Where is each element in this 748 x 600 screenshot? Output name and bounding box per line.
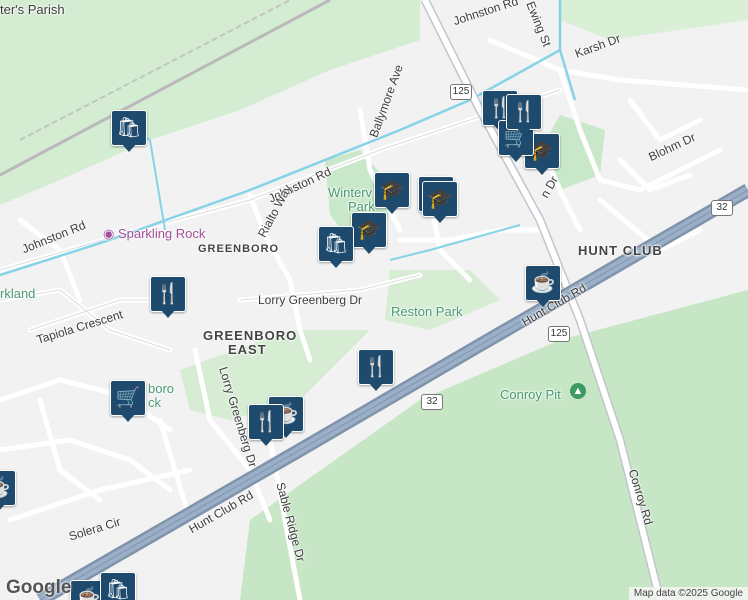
restaurant-icon: 🍴	[248, 404, 284, 440]
cafe-marker[interactable]: ☕	[0, 470, 16, 514]
area-hunt-club-label: HUNT CLUB	[578, 243, 663, 258]
area-greenboro-label: GREENBORO	[198, 243, 280, 255]
restaurant-icon: 🍴	[358, 349, 394, 385]
school-marker[interactable]: 🎓	[374, 172, 410, 216]
area-greenboro-east-label-1: GREENBORO	[203, 328, 298, 343]
cafe-marker[interactable]: ☕	[525, 265, 561, 309]
place-parkland-label: rkland	[0, 286, 36, 301]
school-icon: 🎓	[422, 181, 458, 217]
map-attribution[interactable]: Map data ©2025 Google	[628, 587, 748, 600]
restaurant-icon: 🍴	[506, 94, 542, 130]
google-logo[interactable]: Google	[6, 577, 71, 599]
place-parish-label: ter's Parish	[0, 2, 65, 17]
camera-icon: ◉	[103, 226, 115, 241]
shopping-cart-icon: 🛒	[110, 380, 146, 416]
highway-125-shield: 125	[450, 84, 472, 100]
lorry-greenberg-dr-label: Lorry Greenberg Dr	[258, 293, 363, 307]
place-boro-label-1: boro	[148, 381, 175, 396]
school-marker[interactable]: 🎓	[422, 181, 458, 225]
shopping-cart-marker[interactable]: 🛒	[110, 380, 146, 424]
place-winterv-label-1: Winterv	[328, 185, 373, 200]
school-marker[interactable]: 🎓	[351, 212, 387, 256]
shopping-cart-marker[interactable]: 🍴	[248, 404, 284, 448]
place-reston-park-label: Reston Park	[391, 304, 463, 319]
cafe-icon: ☕	[525, 265, 561, 301]
place-conroy-pit-label: Conroy Pit	[500, 387, 561, 402]
restaurant-marker[interactable]: 🍴	[358, 349, 394, 393]
restaurant-icon: 🍴	[150, 276, 186, 312]
highway-32-shield: 32	[711, 200, 733, 216]
school-icon: 🎓	[374, 172, 410, 208]
restaurant-marker[interactable]: 🍴	[506, 94, 542, 138]
shopping-bag-marker[interactable]: 🛍	[111, 110, 147, 154]
highway-125-shield: 125	[548, 326, 570, 342]
restaurant-marker[interactable]: 🍴	[150, 276, 186, 320]
school-icon: 🎓	[351, 212, 387, 248]
place-boro-label-2: ck	[148, 395, 161, 410]
highway-32-shield: 32	[421, 394, 443, 410]
shopping-bag-icon: 🛍	[318, 226, 354, 262]
shopping-bag-marker[interactable]: 🛍	[100, 572, 136, 600]
park-area-top-right	[560, 0, 748, 40]
place-sparkling-rock-label: ◉ Sparkling Rock	[103, 226, 205, 242]
shopping-bag-marker[interactable]: 🛍	[318, 226, 354, 270]
shopping-bag-icon: 🛍	[100, 572, 136, 600]
shopping-bag-icon: 🛍	[111, 110, 147, 146]
area-greenboro-east-label-2: EAST	[228, 342, 267, 357]
map-canvas[interactable]: { "map": { "street_labels": [ {"name": "…	[0, 0, 748, 600]
map-base	[0, 0, 748, 600]
tree-icon[interactable]: ▲	[570, 383, 586, 399]
cafe-icon: ☕	[0, 470, 16, 506]
place-sparkling-rock-text: Sparkling Rock	[117, 226, 206, 241]
